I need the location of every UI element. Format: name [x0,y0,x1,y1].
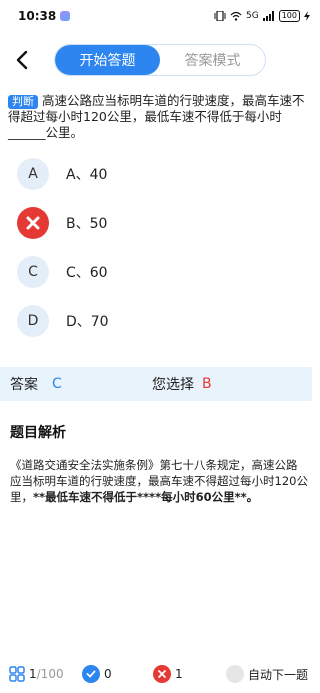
progress-current: 1 [29,667,37,681]
bottom-bar: 1/100 0 1 自动下一题 [0,660,320,688]
question: 判断 高速公路应当标明车道的行驶速度，最高车速不得超过每小时120公里，最低车速不… [8,93,308,141]
wifi-icon [230,11,242,21]
cross-icon [153,665,171,683]
status-time: 10:38 [18,9,57,23]
tab-start-answering[interactable]: 开始答题 [55,45,160,75]
auto-next-label: 自动下一题 [248,667,309,682]
option-c[interactable]: C C、60 [17,256,297,288]
option-d[interactable]: D D、70 [17,305,297,337]
question-text: 高速公路应当标明车道的行驶速度，最高车速不得超过每小时120公里，最低车速不得低… [8,93,305,140]
header: 开始答题 答案模式 [0,42,320,78]
question-type-badge: 判断 [8,95,38,109]
mode-tabs: 开始答题 答案模式 [54,44,266,76]
tab-answer-mode[interactable]: 答案模式 [160,45,265,75]
progress-button[interactable]: 1/100 [9,666,64,682]
option-b[interactable]: B、50 [17,207,297,239]
progress-text: 1/100 [29,667,64,681]
analysis-text-bold: **最低车速不得低于****每小时60公里**。 [33,490,259,504]
battery-level: 100 [278,10,300,22]
option-c-letter: C [17,256,49,288]
charging-icon [304,11,310,21]
option-d-letter: D [17,305,49,337]
option-d-text: D、70 [66,314,109,330]
option-a[interactable]: A A、40 [17,158,297,190]
answer-bar: 答案 C 您选择 B [0,367,312,401]
answer-label: 答案 [10,377,38,393]
correct-count: 0 [82,665,112,683]
wrong-mark-icon [17,207,49,239]
back-button[interactable] [8,46,36,74]
app-notification-icon [60,11,71,21]
option-b-text: B、50 [66,216,108,232]
option-a-letter: A [17,158,49,190]
auto-next-toggle[interactable]: 自动下一题 [226,665,308,683]
status-right: 5G 100 [214,10,310,22]
option-c-text: C、60 [66,265,108,281]
option-a-text: A、40 [66,167,108,183]
status-bar: 10:38 5G 100 [0,0,320,32]
selected-value: B [202,376,212,392]
answer-value: C [52,376,62,392]
vibrate-icon [214,11,226,21]
toggle-off-icon [226,665,244,683]
status-left: 10:38 [18,9,71,23]
wrong-count: 1 [153,665,183,683]
analysis-title: 题目解析 [10,425,66,441]
check-icon [82,665,100,683]
correct-count-value: 0 [104,667,112,681]
signal-icon [262,11,274,21]
progress-total: /100 [36,667,64,681]
grid-icon [9,666,25,682]
back-arrow-icon [16,50,28,70]
analysis-text: 《道路交通安全法实施条例》第七十八条规定，高速公路应当标明车道的行驶速度，最高车… [10,457,308,505]
wrong-count-value: 1 [175,667,183,681]
selected-label: 您选择 [152,377,194,393]
network-type: 5G [246,11,259,21]
